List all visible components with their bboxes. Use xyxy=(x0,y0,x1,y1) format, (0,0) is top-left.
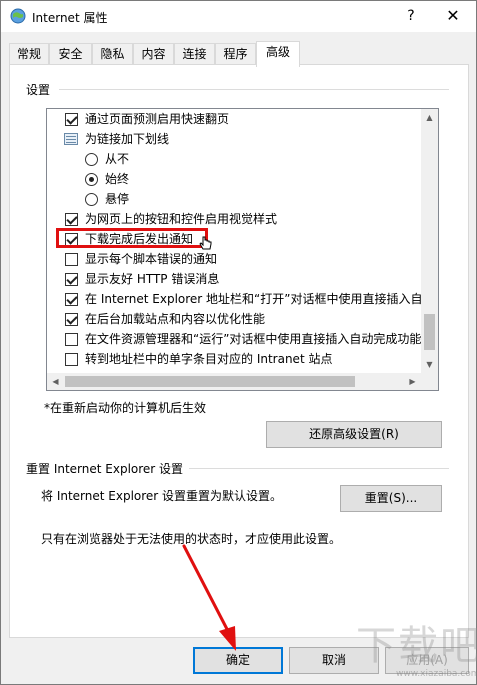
reset-section-label: 重置 Internet Explorer 设置 xyxy=(26,462,184,476)
watermark-logo: 下载吧 xyxy=(356,623,477,669)
close-button[interactable]: ✕ xyxy=(433,1,473,32)
hand-cursor-icon xyxy=(199,236,212,250)
setting-label: 始终 xyxy=(105,172,130,186)
reset-note: 只有在浏览器处于无法使用的状态时，才应使用此设置。 xyxy=(41,532,342,546)
setting-label: 悬停 xyxy=(105,192,130,206)
settings-divider xyxy=(59,89,449,90)
internet-properties-dialog: Internet 属性 ? ✕ 常规 安全 隐私 内容 连接 程序 高级 设置 … xyxy=(0,0,477,685)
setting-label: 在后台加载站点和内容以优化性能 xyxy=(85,312,266,326)
radio-button[interactable] xyxy=(85,153,98,166)
setting-label: 通过页面预测启用快速翻页 xyxy=(85,112,230,126)
tab-security[interactable]: 安全 xyxy=(49,43,92,65)
checkbox[interactable] xyxy=(65,353,78,366)
reset-description: 将 Internet Explorer 设置重置为默认设置。 xyxy=(41,489,283,503)
vertical-scroll-thumb[interactable] xyxy=(424,314,435,350)
tab-content[interactable]: 内容 xyxy=(133,43,174,65)
horizontal-scrollbar[interactable]: ◀ ▶ xyxy=(47,373,421,390)
horizontal-scroll-thumb[interactable] xyxy=(65,376,355,387)
internet-globe-icon xyxy=(10,8,26,24)
settings-section-label: 设置 xyxy=(26,83,51,97)
scroll-left-arrow-icon[interactable]: ◀ xyxy=(47,373,64,390)
setting-label: 从不 xyxy=(105,152,130,166)
setting-label: 在 Internet Explorer 地址栏和“打开”对话框中使用直接插入自 xyxy=(85,292,421,306)
tab-connections[interactable]: 连接 xyxy=(174,43,215,65)
scrollbar-corner xyxy=(421,373,438,390)
help-button[interactable]: ? xyxy=(396,1,426,32)
vertical-scrollbar[interactable]: ▲ ▼ xyxy=(421,109,438,373)
setting-label: 为网页上的按钮和控件启用视觉样式 xyxy=(85,212,278,226)
restore-advanced-settings-button[interactable]: 还原高级设置(R) xyxy=(266,421,442,448)
setting-label: 在文件资源管理器和“运行”对话框中使用直接插入自动完成功能 xyxy=(85,332,421,346)
radio-button[interactable] xyxy=(85,173,98,186)
checkbox[interactable] xyxy=(65,313,78,326)
setting-label: 显示每个脚本错误的通知 xyxy=(85,252,218,266)
watermark-url: www.xiazaiba.com xyxy=(396,669,477,679)
setting-label: 为链接加下划线 xyxy=(85,132,170,146)
tab-privacy[interactable]: 隐私 xyxy=(92,43,133,65)
setting-label: 转到地址栏中的单字条目对应的 Intranet 站点 xyxy=(85,352,333,366)
checkbox[interactable] xyxy=(65,253,78,266)
ok-button[interactable]: 确定 xyxy=(193,647,283,674)
restart-note: *在重新启动你的计算机后生效 xyxy=(44,401,207,415)
tab-general[interactable]: 常规 xyxy=(9,43,49,65)
checkbox[interactable] xyxy=(65,293,78,306)
tab-advanced[interactable]: 高级 xyxy=(256,41,300,67)
reset-button[interactable]: 重置(S)... xyxy=(340,485,442,512)
scroll-down-arrow-icon[interactable]: ▼ xyxy=(421,356,438,373)
checkbox[interactable] xyxy=(65,113,78,126)
checkbox[interactable] xyxy=(65,333,78,346)
checkbox[interactable] xyxy=(65,273,78,286)
annotation-highlight-box xyxy=(56,228,208,248)
title-bar: Internet 属性 ? ✕ xyxy=(1,1,476,32)
checkbox[interactable] xyxy=(65,213,78,226)
settings-group-icon xyxy=(64,133,78,145)
scroll-right-arrow-icon[interactable]: ▶ xyxy=(404,373,421,390)
setting-label: 显示友好 HTTP 错误消息 xyxy=(85,272,220,286)
radio-button[interactable] xyxy=(85,193,98,206)
settings-tree[interactable]: 通过页面预测启用快速翻页 为链接加下划线 从不 始终 悬停 为网页上的按钮和控件… xyxy=(46,108,439,391)
tab-programs[interactable]: 程序 xyxy=(215,43,256,65)
scroll-up-arrow-icon[interactable]: ▲ xyxy=(421,109,438,126)
reset-divider xyxy=(189,468,449,469)
window-title: Internet 属性 xyxy=(32,11,108,25)
